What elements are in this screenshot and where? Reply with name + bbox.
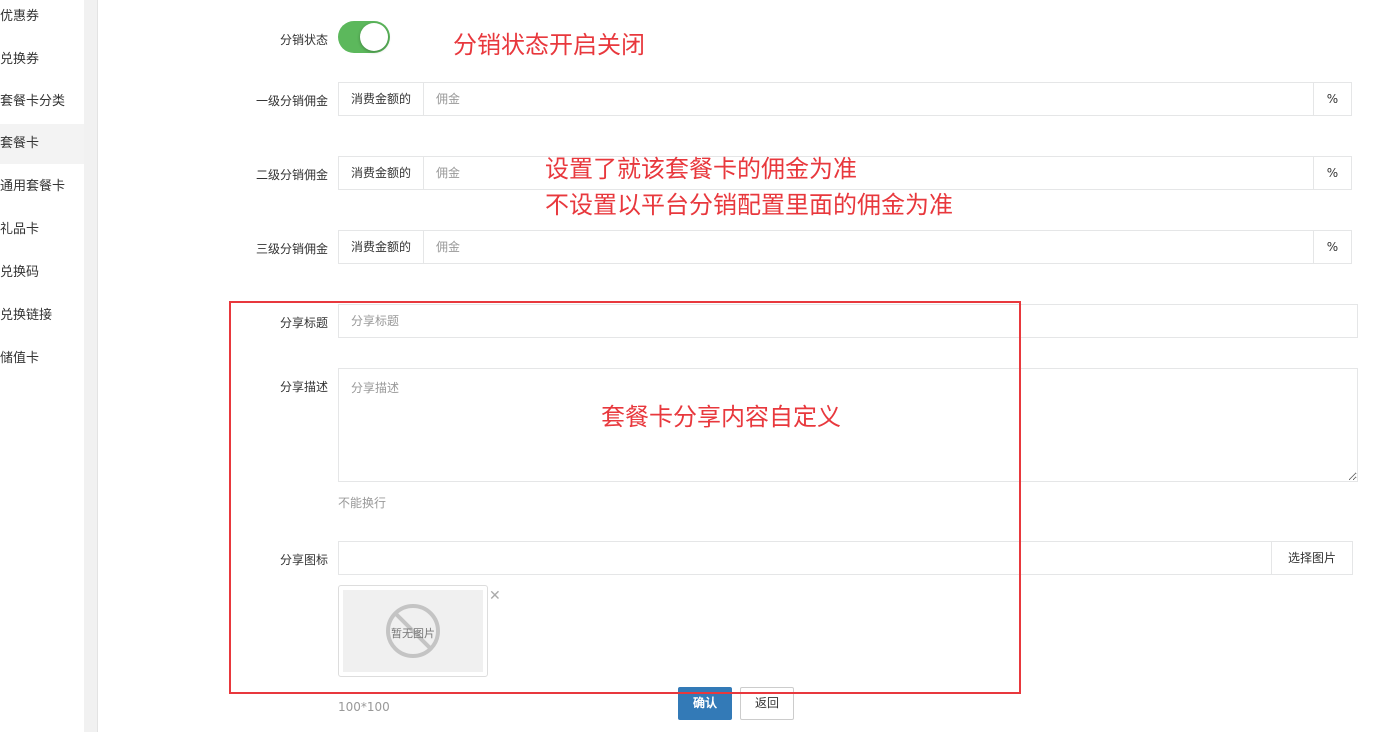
sidebar-item-coupons[interactable]: 优惠券 xyxy=(0,0,84,37)
level3-commission-group: 消费金额的 % xyxy=(338,230,1352,264)
level3-commission-label: 三级分销佣金 xyxy=(255,242,328,256)
sidebar-item-stored-value-card[interactable]: 储值卡 xyxy=(0,339,84,379)
level3-prefix: 消费金额的 xyxy=(339,231,425,263)
image-size-hint: 100*100 xyxy=(338,700,390,714)
sidebar-item-exchange-link[interactable]: 兑换链接 xyxy=(0,296,84,336)
sidebar-item-gift-card[interactable]: 礼品卡 xyxy=(0,210,84,250)
level2-prefix: 消费金额的 xyxy=(339,157,425,189)
annotation-commission-note-2: 不设置以平台分销配置里面的佣金为准 xyxy=(545,191,953,219)
annotation-commission-note-1: 设置了就该套餐卡的佣金为准 xyxy=(545,155,857,183)
distribution-status-label: 分销状态 xyxy=(279,33,328,47)
annotation-status-note: 分销状态开启关闭 xyxy=(453,31,645,59)
annotation-highlight-box xyxy=(229,301,1021,694)
distribution-status-toggle[interactable] xyxy=(338,21,390,53)
sidebar: 优惠券 兑换券 套餐卡分类 套餐卡 通用套餐卡 礼品卡 兑换码 兑换链接 储值卡 xyxy=(0,0,84,732)
level2-percent-suffix: % xyxy=(1313,157,1351,189)
level1-prefix: 消费金额的 xyxy=(339,83,425,115)
sidebar-divider xyxy=(84,0,98,732)
sidebar-item-universal-package-card[interactable]: 通用套餐卡 xyxy=(0,167,84,207)
level2-commission-label: 二级分销佣金 xyxy=(255,168,328,182)
sidebar-item-package-card[interactable]: 套餐卡 xyxy=(0,124,84,164)
level3-percent-suffix: % xyxy=(1313,231,1351,263)
level1-commission-group: 消费金额的 % xyxy=(338,82,1352,116)
select-image-button[interactable]: 选择图片 xyxy=(1271,541,1353,575)
level1-percent-suffix: % xyxy=(1313,83,1351,115)
sidebar-item-exchange-code[interactable]: 兑换码 xyxy=(0,253,84,293)
level1-commission-input[interactable] xyxy=(424,83,1313,115)
sidebar-item-package-card-category[interactable]: 套餐卡分类 xyxy=(0,82,84,122)
level1-commission-label: 一级分销佣金 xyxy=(255,94,328,108)
sidebar-item-exchange-coupons[interactable]: 兑换券 xyxy=(0,40,84,80)
toggle-knob xyxy=(360,23,388,51)
level3-commission-input[interactable] xyxy=(424,231,1313,263)
